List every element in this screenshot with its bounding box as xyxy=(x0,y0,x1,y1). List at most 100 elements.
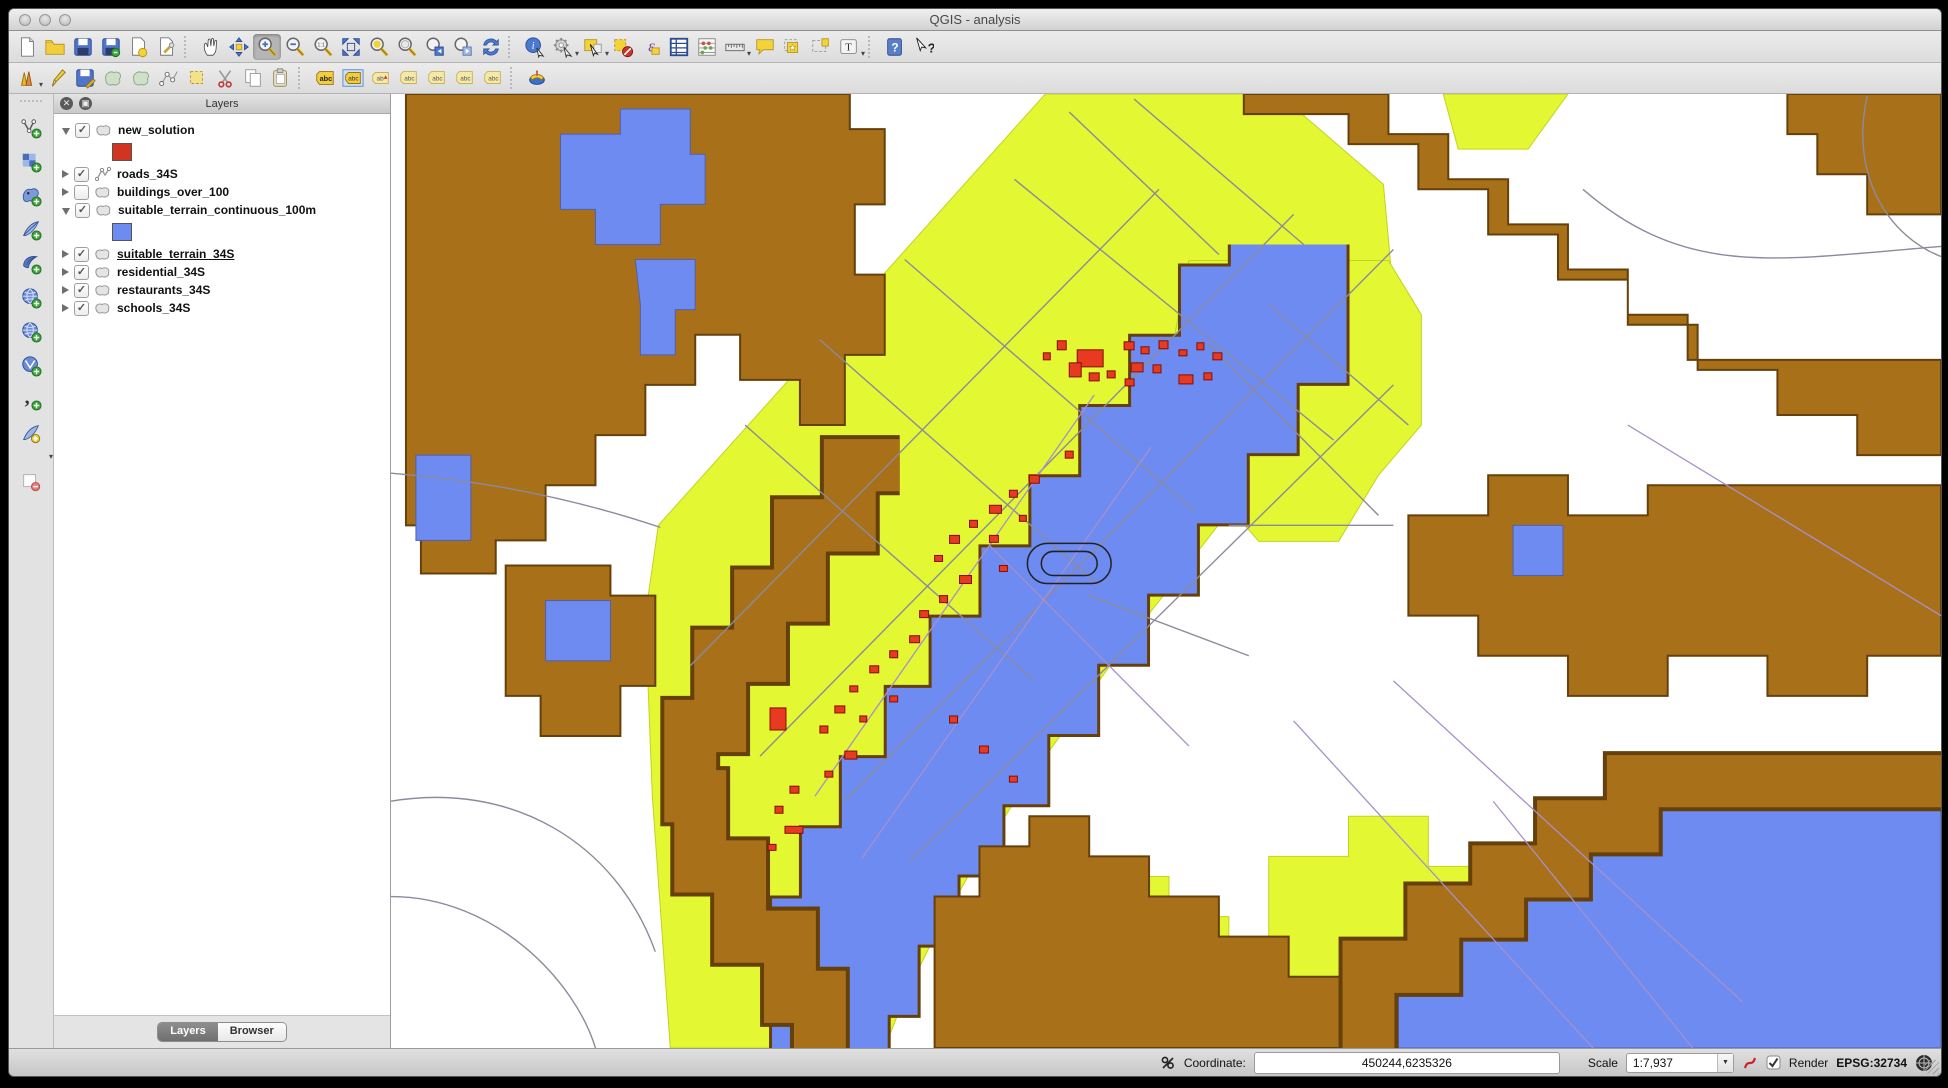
resize-grip[interactable] xyxy=(1925,1060,1939,1074)
save-project-button[interactable] xyxy=(69,34,97,60)
add-wfs-layer-button[interactable] xyxy=(14,350,48,382)
pan-map-button[interactable] xyxy=(197,34,225,60)
disclosure-right-icon[interactable] xyxy=(62,250,69,258)
disclosure-right-icon[interactable] xyxy=(62,268,69,276)
layer-visibility-checkbox[interactable]: ✓ xyxy=(74,283,89,298)
disclosure-right-icon[interactable] xyxy=(62,286,69,294)
save-layer-edits-button[interactable] xyxy=(71,65,99,91)
svg-text:i: i xyxy=(532,40,535,51)
new-print-composer-button[interactable] xyxy=(125,34,153,60)
select-features-button[interactable] xyxy=(579,34,607,60)
open-attribute-table-button[interactable] xyxy=(665,34,693,60)
change-label-button[interactable]: abc xyxy=(479,65,507,91)
show-bookmarks-button[interactable] xyxy=(807,34,835,60)
disclosure-right-icon[interactable] xyxy=(62,188,69,196)
new-spatialite-layer-dropdown-icon[interactable]: ▾ xyxy=(49,452,53,464)
layer-item-schools_34S[interactable]: ✓schools_34S xyxy=(62,300,390,316)
new-spatialite-layer-button[interactable] xyxy=(14,418,48,450)
zoom-next-button[interactable] xyxy=(449,34,477,60)
lake-right-middle xyxy=(1513,525,1563,575)
whats-this-button[interactable]: ? xyxy=(909,34,937,60)
remove-layer-button[interactable] xyxy=(14,466,48,498)
identify-features-button[interactable]: i xyxy=(521,34,549,60)
scale-dropdown-icon[interactable]: ▼ xyxy=(1717,1054,1733,1072)
map-tips-button[interactable] xyxy=(751,34,779,60)
add-wcs-layer-button[interactable] xyxy=(14,316,48,348)
move-label-button[interactable]: abc xyxy=(423,65,451,91)
disclosure-right-icon[interactable] xyxy=(62,170,69,178)
zoom-actual-button[interactable]: 1:1 xyxy=(309,34,337,60)
new-project-button[interactable] xyxy=(13,34,41,60)
new-bookmark-button[interactable] xyxy=(779,34,807,60)
layer-visibility-checkbox[interactable] xyxy=(74,185,89,200)
add-circular-string-button[interactable] xyxy=(127,65,155,91)
title-bar[interactable]: QGIS - analysis xyxy=(9,9,1941,31)
disclosure-down-icon[interactable] xyxy=(62,208,70,215)
layer-item-suitable_terrain_continuous_100m[interactable]: ✓suitable_terrain_continuous_100m xyxy=(62,202,390,218)
add-raster-layer-button[interactable] xyxy=(14,146,48,178)
extent-toggle-icon[interactable] xyxy=(1160,1055,1176,1071)
run-feature-action-button[interactable] xyxy=(549,34,577,60)
layer-visibility-checkbox[interactable]: ✓ xyxy=(75,123,90,138)
add-postgis-layer-button[interactable] xyxy=(14,180,48,212)
disclosure-right-icon[interactable] xyxy=(62,304,69,312)
highlight-pinned-labels-button[interactable]: abc xyxy=(311,65,339,91)
statistical-summary-button[interactable] xyxy=(693,34,721,60)
open-project-button[interactable] xyxy=(41,34,69,60)
pan-to-selection-button[interactable] xyxy=(225,34,253,60)
rotate-label-button[interactable]: abc xyxy=(451,65,479,91)
zoom-last-button[interactable] xyxy=(421,34,449,60)
layer-item-suitable_terrain_34S[interactable]: ✓suitable_terrain_34S xyxy=(62,246,390,262)
scale-combo[interactable]: 1:7,937 ▼ xyxy=(1626,1053,1734,1073)
composer-manager-button[interactable] xyxy=(153,34,181,60)
current-edits-button[interactable] xyxy=(13,65,41,91)
layer-visibility-checkbox[interactable]: ✓ xyxy=(75,203,90,218)
manage-layers-toolbar: ,▾ xyxy=(9,94,54,1048)
layer-item-new_solution[interactable]: ✓new_solution xyxy=(62,122,390,138)
stop-render-icon[interactable] xyxy=(1742,1055,1758,1071)
save-project-as-button[interactable] xyxy=(97,34,125,60)
add-wms-layer-button[interactable] xyxy=(14,282,48,314)
coordinate-input[interactable] xyxy=(1254,1052,1560,1074)
layer-visibility-checkbox[interactable]: ✓ xyxy=(74,265,89,280)
layer-visibility-checkbox[interactable]: ✓ xyxy=(74,167,89,182)
layer-visibility-checkbox[interactable]: ✓ xyxy=(74,247,89,262)
show-hide-labels-button[interactable]: abc xyxy=(395,65,423,91)
help-contents-button[interactable]: ? xyxy=(881,34,909,60)
add-spatialite-layer-button[interactable] xyxy=(14,214,48,246)
toggle-editing-button[interactable] xyxy=(43,65,71,91)
tab-browser[interactable]: Browser xyxy=(218,1023,286,1041)
add-vector-layer-button[interactable] xyxy=(14,112,48,144)
add-delimited-text-layer-button[interactable]: , xyxy=(14,384,48,416)
deselect-all-button[interactable] xyxy=(609,34,637,60)
layer-item-roads_34S[interactable]: ✓roads_34S xyxy=(62,166,390,182)
zoom-full-button[interactable] xyxy=(337,34,365,60)
disclosure-down-icon[interactable] xyxy=(62,128,70,135)
tab-layers[interactable]: Layers xyxy=(158,1023,217,1041)
layer-labeling-options-button[interactable]: abc xyxy=(339,65,367,91)
layer-item-buildings_over_100[interactable]: buildings_over_100 xyxy=(62,184,390,200)
move-feature-button[interactable] xyxy=(183,65,211,91)
select-by-expression-button[interactable]: ε xyxy=(637,34,665,60)
add-feature-button[interactable] xyxy=(99,65,127,91)
zoom-to-layer-button[interactable] xyxy=(393,34,421,60)
measure-button[interactable] xyxy=(721,34,749,60)
node-tool-button[interactable] xyxy=(155,65,183,91)
render-label: Render xyxy=(1789,1056,1828,1070)
refresh-map-button[interactable] xyxy=(477,34,505,60)
zoom-in-button[interactable] xyxy=(253,34,281,60)
plugin-tool-button[interactable] xyxy=(523,65,551,91)
zoom-out-button[interactable] xyxy=(281,34,309,60)
map-canvas[interactable] xyxy=(391,94,1941,1048)
copy-features-button[interactable] xyxy=(239,65,267,91)
paste-features-button[interactable] xyxy=(267,65,295,91)
layer-item-residential_34S[interactable]: ✓residential_34S xyxy=(62,264,390,280)
layer-visibility-checkbox[interactable]: ✓ xyxy=(74,301,89,316)
add-mssql-layer-button[interactable] xyxy=(14,248,48,280)
pin-unpin-labels-button[interactable]: ab xyxy=(367,65,395,91)
cut-features-button[interactable] xyxy=(211,65,239,91)
render-checkbox[interactable] xyxy=(1766,1055,1781,1070)
zoom-to-selection-button[interactable] xyxy=(365,34,393,60)
layer-item-restaurants_34S[interactable]: ✓restaurants_34S xyxy=(62,282,390,298)
text-annotation-button[interactable]: T xyxy=(835,34,863,60)
